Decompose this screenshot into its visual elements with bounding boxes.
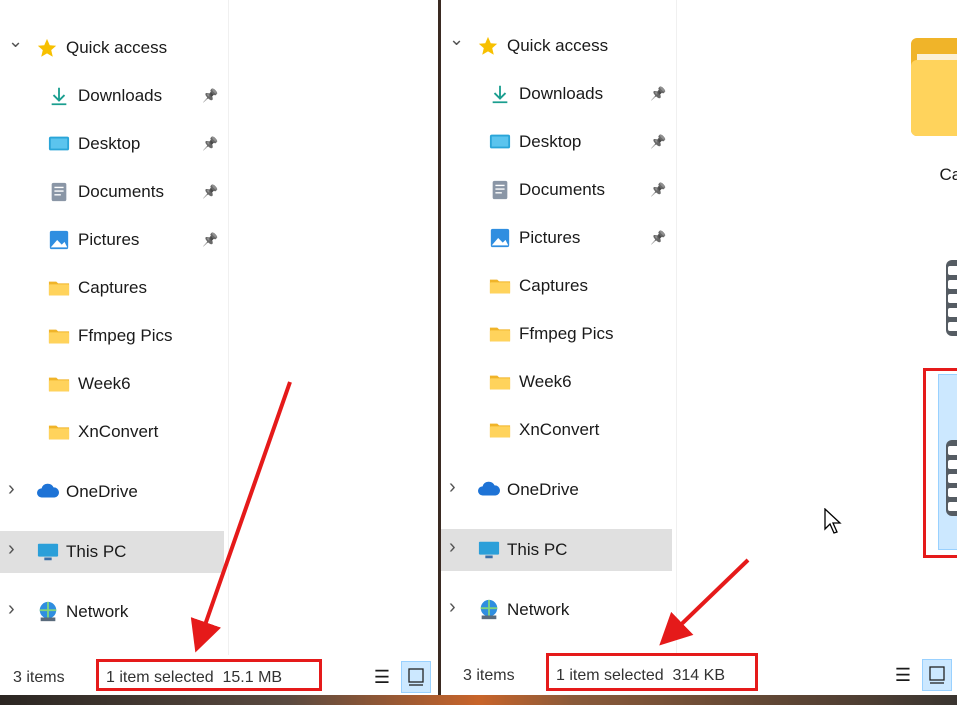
annotation-arrow-left — [190, 381, 292, 653]
annotation-arrow-right — [659, 558, 750, 646]
annotation-arrows — [190, 381, 750, 653]
